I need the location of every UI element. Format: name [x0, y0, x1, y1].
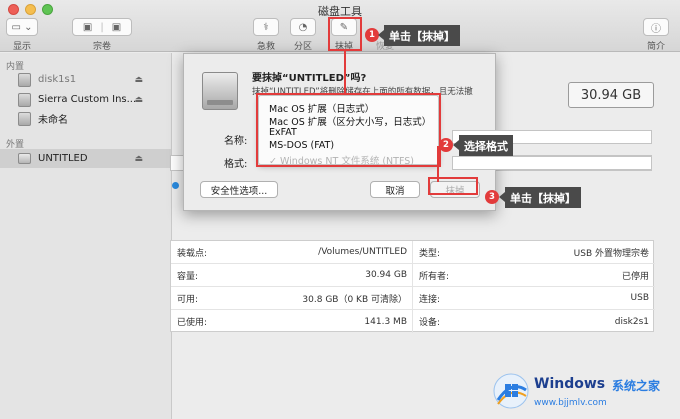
- first-aid-button[interactable]: ⚕: [253, 18, 279, 36]
- step3-callout: 单击【抹掉】: [499, 187, 581, 208]
- info-column-left: 装载点:/Volumes/UNTITLED 容量: 30.94 GB 可用: 30.…: [171, 241, 413, 333]
- capacity-badge: 30.94 GB: [568, 82, 654, 108]
- eject-icon[interactable]: ⏏: [134, 75, 143, 85]
- legend-dot-icon: [172, 182, 179, 189]
- disk-icon: [18, 92, 31, 107]
- sidebar-item-label: UNTITLED: [38, 153, 88, 164]
- stethoscope-icon: ⚕: [263, 21, 269, 33]
- sidebar-icon: ▭ ⌄: [11, 21, 33, 33]
- watermark-brand-cn: 系统之家: [612, 379, 661, 393]
- security-options-button[interactable]: 安全性选项...: [200, 181, 278, 198]
- disk-icon: [18, 111, 31, 126]
- partition-label: 分区: [293, 42, 312, 52]
- step1-highlight: [328, 17, 362, 51]
- step3-highlight: [428, 177, 478, 195]
- format-label: 格式:: [224, 159, 248, 170]
- info-button[interactable]: ⓘ: [643, 18, 669, 36]
- watermark-url: www.bjjmlv.com: [534, 398, 607, 408]
- usb-disk-icon: [18, 153, 31, 164]
- watermark: Windows 系统之家 www.bjjmlv.com: [490, 364, 676, 414]
- sidebar-item-sierra[interactable]: Sierra Custom Ins... ⏏: [0, 90, 171, 109]
- sidebar-item-label: 未命名: [38, 115, 68, 126]
- info-row: 连接: USB: [413, 287, 655, 310]
- info-row: 装载点:/Volumes/UNTITLED: [171, 241, 413, 264]
- info-row: 已使用: 141.3 MB: [177, 316, 407, 329]
- info-row: 容量: 30.94 GB: [171, 264, 413, 287]
- remove-volume-icon: ▣: [111, 21, 122, 33]
- eject-icon[interactable]: ⏏: [134, 95, 143, 105]
- sidebar-item-label: disk1s1: [38, 74, 77, 85]
- first-aid-label: 急救: [256, 42, 275, 52]
- display-label: 显示: [12, 42, 31, 52]
- format-select[interactable]: [452, 156, 652, 170]
- sidebar-item-untitled-internal[interactable]: 未命名: [0, 109, 171, 128]
- windows-logo-icon: [493, 373, 529, 409]
- sidebar: 内置 disk1s1 ⏏ Sierra Custom Ins... ⏏ 未命名 …: [0, 53, 172, 419]
- info-row: 设备: disk2s1: [419, 316, 649, 329]
- volume-label: 宗卷: [92, 42, 111, 52]
- step2-badge: 2: [439, 138, 453, 152]
- step2-callout: 选择格式: [453, 135, 513, 156]
- info-row: 所有者: 已停用: [413, 264, 655, 287]
- name-label: 名称:: [224, 136, 248, 147]
- info-table: 装载点:/Volumes/UNTITLED 容量: 30.94 GB 可用: 30.…: [170, 240, 655, 333]
- step1-badge: 1: [365, 28, 379, 42]
- partition-button[interactable]: ◔: [290, 18, 316, 36]
- disk-icon: [18, 72, 31, 87]
- info-label: 简介: [646, 42, 665, 52]
- hard-disk-icon: [202, 72, 238, 110]
- watermark-brand: Windows: [534, 376, 606, 392]
- sidebar-item-disk1s1[interactable]: disk1s1 ⏏: [0, 70, 171, 89]
- sidebar-item-label: Sierra Custom Ins...: [38, 94, 137, 105]
- step1-arrow-line: [344, 51, 346, 95]
- sidebar-item-untitled-usb[interactable]: UNTITLED ⏏: [0, 149, 171, 168]
- step1-callout: 单击【抹掉】: [378, 25, 460, 46]
- step3-badge: 3: [485, 190, 499, 204]
- info-icon: ⓘ: [651, 23, 661, 35]
- cancel-button[interactable]: 取消: [370, 181, 420, 198]
- partition-icon: ◔: [298, 21, 308, 33]
- add-volume-icon: ▣: [82, 21, 93, 33]
- eject-icon[interactable]: ⏏: [134, 154, 143, 164]
- volume-button[interactable]: ▣ | ▣: [72, 18, 132, 36]
- info-row: 可用: 30.8 GB（0 KB 可清除）: [171, 287, 413, 310]
- dialog-title: 要抹掉“UNTITLED”吗?: [252, 73, 367, 84]
- info-column-right: 类型: USB 外置物理宗卷 所有者: 已停用 连接: USB 设备: disk2s1: [413, 241, 655, 333]
- sidebar-display-button[interactable]: ▭ ⌄: [6, 18, 38, 36]
- info-row: 类型: USB 外置物理宗卷: [413, 241, 655, 264]
- step2-highlight: [256, 93, 441, 167]
